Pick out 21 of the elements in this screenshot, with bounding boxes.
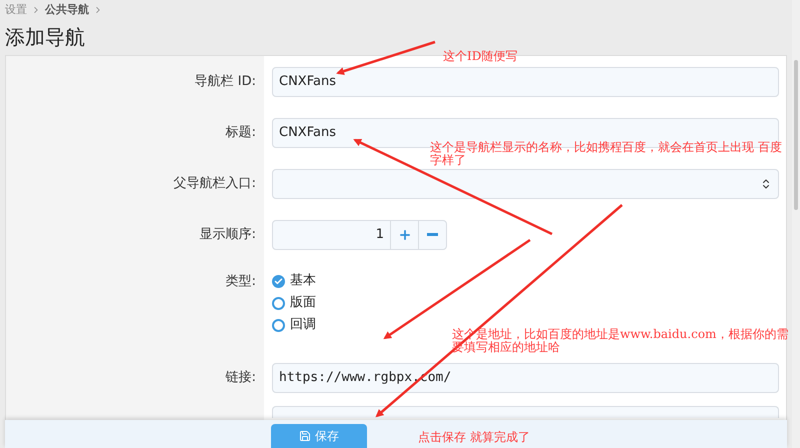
breadcrumb-link[interactable]: 公共导航	[45, 2, 89, 18]
radio-label: 回调	[290, 316, 316, 334]
save-icon	[299, 430, 311, 442]
text-field[interactable]: CNXFans	[272, 66, 779, 96]
field-label: 导航栏 ID:	[194, 72, 256, 91]
radio-button[interactable]	[272, 318, 285, 332]
field-label: 类型:	[226, 273, 256, 291]
field-label: 显示顺序:	[200, 226, 256, 244]
text-field[interactable]	[272, 406, 779, 418]
radio-label: 基本	[290, 272, 316, 290]
annotation-note: 这个ID随便写	[443, 50, 518, 63]
annotation-note: 点击保存 就算完成了	[418, 431, 531, 444]
radio-button[interactable]	[272, 274, 285, 288]
field-label: 链接:	[226, 368, 256, 387]
field-label: 父导航栏入口:	[174, 174, 256, 193]
field-label: 标题:	[226, 124, 256, 142]
page-title: 添加导航	[4, 24, 86, 51]
radio-button[interactable]	[272, 296, 285, 310]
dropdown-icon	[760, 178, 772, 190]
radio-label: 版面	[290, 294, 316, 312]
check-icon	[274, 276, 283, 286]
